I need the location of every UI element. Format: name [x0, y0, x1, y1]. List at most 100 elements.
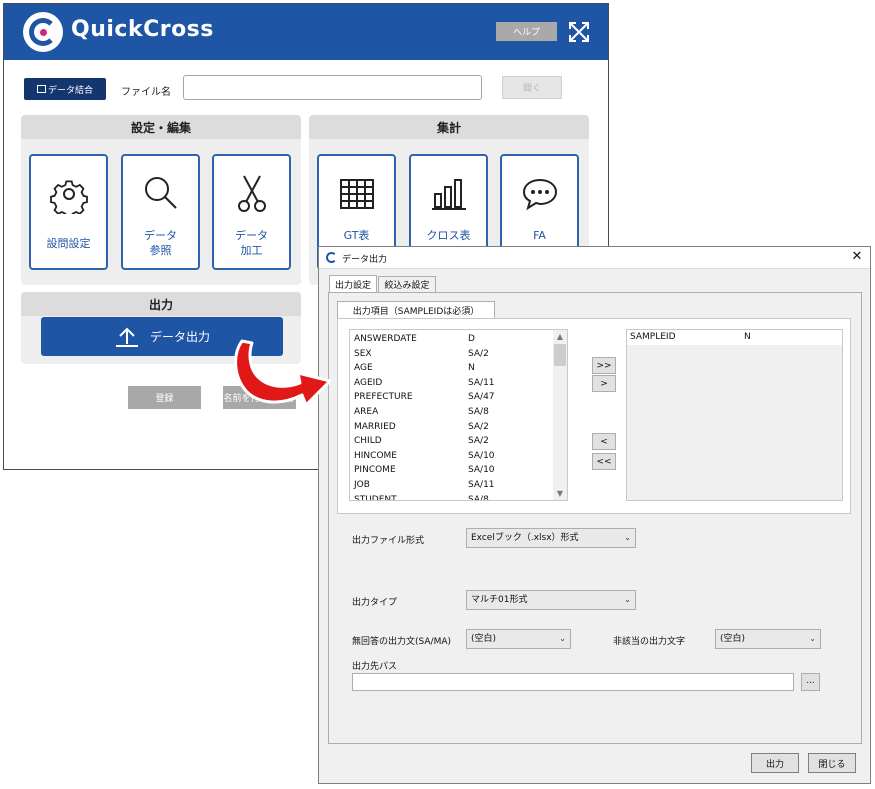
filename-input[interactable]: [183, 75, 482, 100]
chevron-down-icon: ⌄: [809, 634, 816, 643]
scissors-icon: [237, 175, 266, 212]
list-item[interactable]: SAMPLEID N: [627, 330, 842, 345]
item-name: STUDENT: [354, 494, 397, 501]
item-type: N: [744, 332, 751, 342]
list-item[interactable]: AGEID SA/11: [354, 376, 495, 390]
tile-label: データ 参照: [144, 229, 177, 257]
remove-all-button[interactable]: <<: [592, 453, 616, 470]
section-header: 出力: [21, 292, 301, 316]
copy-icon: [36, 85, 46, 93]
tab-filter-settings[interactable]: 絞込み設定: [378, 276, 436, 292]
item-type: SA/2: [468, 348, 489, 359]
list-item[interactable]: ANSWERDATE D: [354, 332, 475, 346]
item-name: MARRIED: [354, 421, 396, 432]
list-item[interactable]: AGE N: [354, 361, 475, 375]
scroll-down-icon[interactable]: ▼: [553, 487, 567, 500]
file-format-value: Excelブック（.xlsx）形式: [471, 533, 579, 543]
file-format-select[interactable]: Excelブック（.xlsx）形式 ⌄: [466, 528, 636, 548]
file-format-label: 出力ファイル形式: [352, 536, 425, 546]
list-item[interactable]: CHILD SA/2: [354, 434, 489, 448]
chevron-down-icon: ⌄: [624, 533, 631, 542]
grid-table-icon: [339, 179, 374, 209]
output-button[interactable]: 出力: [751, 753, 799, 773]
item-name: AREA: [354, 407, 379, 417]
section-header: 集計: [309, 115, 589, 139]
no-answer-value: (空白): [471, 634, 497, 644]
item-type: SA/11: [468, 480, 495, 490]
output-path-label: 出力先パス: [352, 662, 398, 672]
output-items-group: ANSWERDATE D SEX SA/2 AGE N AGEID SA/11 PREFECTU…: [337, 318, 851, 514]
bar-chart-icon: [431, 179, 466, 210]
list-item[interactable]: MARRIED SA/2: [354, 420, 489, 434]
scroll-thumb[interactable]: [554, 344, 566, 366]
open-button[interactable]: 開く: [502, 76, 562, 99]
item-type: SA/2: [468, 421, 489, 432]
close-icon[interactable]: ✕: [849, 249, 865, 265]
upload-arrow-icon: [115, 327, 138, 347]
not-applicable-label: 非該当の出力文字: [613, 637, 686, 647]
output-type-value: マルチ01形式: [471, 595, 528, 605]
dialog-title: データ出力: [342, 255, 388, 265]
not-applicable-select[interactable]: (空白) ⌄: [715, 629, 821, 649]
list-item[interactable]: AREA SA/8: [354, 405, 489, 419]
item-name: PINCOME: [354, 465, 396, 476]
item-name: SAMPLEID: [630, 332, 676, 342]
output-path-input[interactable]: [352, 673, 794, 691]
data-export-label: データ出力: [149, 330, 210, 344]
item-type: D: [468, 334, 475, 344]
search-icon: [144, 177, 177, 209]
add-button[interactable]: >: [592, 375, 616, 392]
tile-label: データ 加工: [235, 229, 268, 257]
data-combine-label: データ結合: [47, 85, 93, 96]
item-name: PREFECTURE: [354, 392, 413, 403]
item-type: SA/8: [468, 407, 489, 417]
tile-label: GT表: [343, 229, 370, 242]
gear-icon: [49, 180, 88, 214]
tile-label: 設問設定: [46, 237, 91, 250]
tile-label: クロス表: [426, 229, 471, 242]
output-type-select[interactable]: マルチ01形式 ⌄: [466, 590, 636, 610]
question-settings-tile[interactable]: 設問設定: [29, 154, 108, 270]
browse-button[interactable]: ...: [801, 673, 820, 691]
not-applicable-value: (空白): [720, 634, 746, 644]
available-items-list[interactable]: ANSWERDATE D SEX SA/2 AGE N AGEID SA/11 PREFECTU…: [349, 329, 568, 501]
app-header: QuickCross ヘルプ: [4, 4, 608, 60]
item-name: AGEID: [354, 377, 383, 388]
data-combine-button[interactable]: データ結合: [24, 78, 106, 100]
item-type: SA/10: [468, 450, 495, 461]
item-name: CHILD: [354, 436, 382, 447]
scroll-up-icon[interactable]: ▲: [553, 330, 567, 343]
item-type: SA/2: [468, 436, 489, 447]
app-title: QuickCross: [71, 17, 214, 42]
remove-button[interactable]: <: [592, 433, 616, 450]
data-processing-tile[interactable]: データ 加工: [212, 154, 291, 270]
item-name: SEX: [354, 348, 372, 359]
selected-items-list[interactable]: SAMPLEID N: [626, 329, 843, 501]
no-answer-select[interactable]: (空白) ⌄: [466, 629, 571, 649]
quickcross-logo-icon: [23, 12, 63, 52]
list-item[interactable]: SEX SA/2: [354, 347, 489, 361]
item-name: JOB: [354, 480, 370, 490]
scrollbar[interactable]: ▲ ▼: [553, 330, 567, 500]
register-button[interactable]: 登録: [128, 386, 201, 409]
tab-output-items[interactable]: 出力項目（SAMPLEIDは必須）: [337, 301, 495, 318]
expand-icon[interactable]: [567, 20, 591, 44]
help-button[interactable]: ヘルプ: [496, 22, 557, 41]
quickcross-small-icon: [326, 252, 337, 263]
list-item[interactable]: PREFECTURE SA/47: [354, 390, 495, 404]
close-button[interactable]: 閉じる: [808, 753, 856, 773]
list-item[interactable]: STUDENT SA/8: [354, 493, 489, 501]
list-item[interactable]: JOB SA/11: [354, 478, 495, 492]
tab-output-settings[interactable]: 出力設定: [329, 275, 377, 292]
item-type: SA/8: [468, 494, 489, 501]
output-type-label: 出力タイプ: [352, 598, 398, 608]
tile-label: FA: [533, 229, 546, 242]
item-name: HINCOME: [354, 450, 397, 461]
red-curved-arrow-icon: [234, 339, 332, 407]
list-item[interactable]: PINCOME SA/10: [354, 463, 495, 477]
list-item[interactable]: HINCOME SA/10: [354, 449, 495, 463]
item-type: SA/47: [468, 392, 495, 403]
add-all-button[interactable]: >>: [592, 357, 616, 374]
data-reference-tile[interactable]: データ 参照: [121, 154, 200, 270]
data-export-dialog: データ出力 ✕ 出力設定 絞込み設定 出力項目（SAMPLEIDは必須） ANS…: [318, 246, 871, 784]
